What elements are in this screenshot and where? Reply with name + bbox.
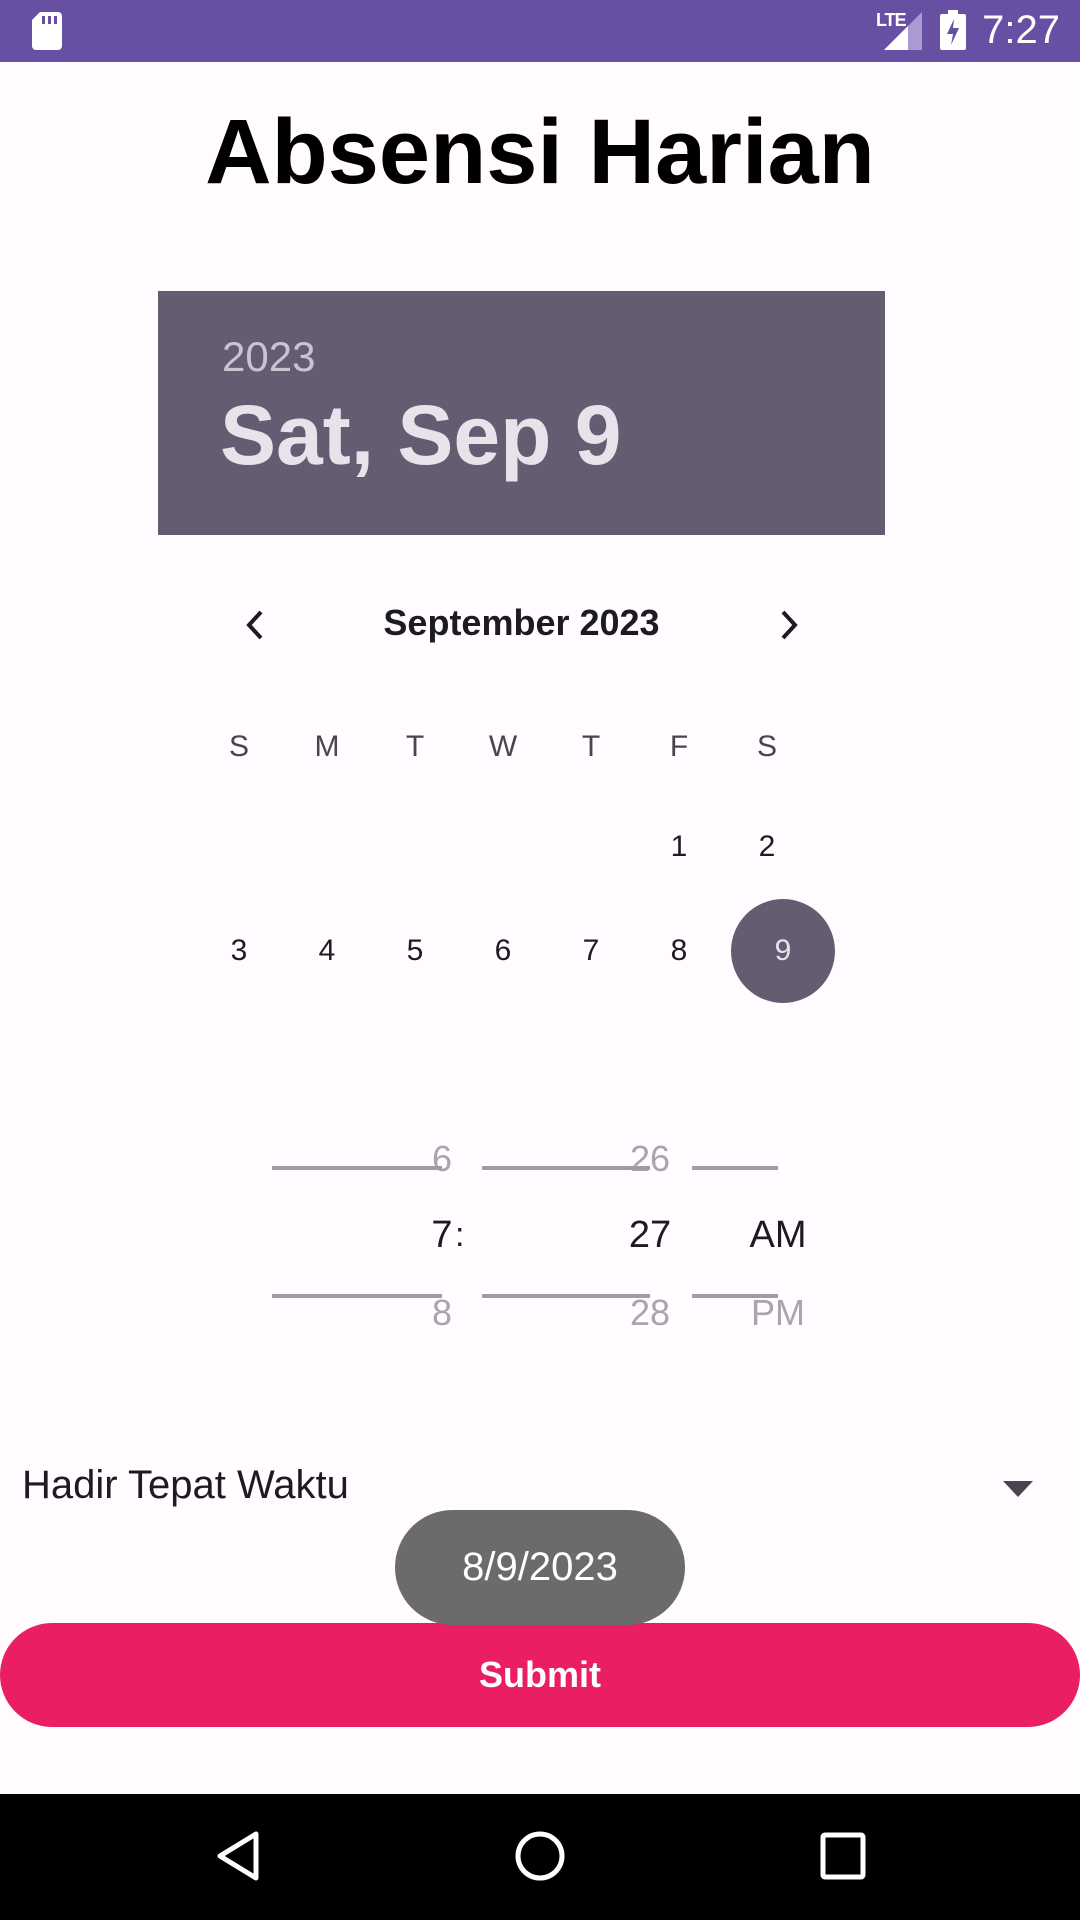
selected-day-cell[interactable]: 9 [731,899,835,1003]
hour-spinner[interactable]: 6 7 8 [272,1120,453,1340]
signal-icon [884,12,922,50]
dropdown-arrow-icon [1003,1481,1033,1497]
calendar-grid: S M T W T F S 1 2 3 4 5 6 7 8 9 [211,710,871,1010]
back-icon[interactable] [214,1830,262,1882]
weekday-label: T [581,730,601,763]
day-cell[interactable]: 7 [547,934,635,968]
divider [482,1166,650,1170]
weekday-label: T [405,730,425,763]
period-next[interactable]: PM [735,1292,821,1334]
toast-message: 8/9/2023 [395,1510,685,1625]
sd-card-icon [32,12,62,50]
battery-charging-icon [940,10,966,50]
next-month-button[interactable] [754,590,824,660]
clock: 7:27 [982,8,1060,52]
submit-button[interactable]: Submit [0,1623,1080,1727]
day-cell[interactable]: 3 [195,934,283,968]
navigation-bar [0,1794,1080,1920]
day-cell[interactable]: 2 [723,830,811,864]
home-icon[interactable] [514,1830,566,1882]
ampm-spinner[interactable]: AM PM [692,1120,807,1340]
dropdown-selected-value: Hadir Tepat Waktu [22,1463,349,1507]
day-cell[interactable]: 4 [283,934,371,968]
day-cell[interactable]: 5 [371,934,459,968]
weekday-label: F [669,730,689,763]
weekday-label: S [756,730,777,763]
day-cell[interactable]: 8 [635,934,723,968]
day-cell[interactable]: 6 [459,934,547,968]
recents-icon[interactable] [820,1830,866,1882]
year-label[interactable]: 2023 [222,333,315,381]
weekday-row: S M T W T F S [211,710,871,810]
chevron-right-icon [781,610,798,640]
week-row: 1 2 [211,810,871,910]
minute-spinner[interactable]: 26 27 28 [482,1120,671,1340]
month-navigation: September 2023 [158,590,885,660]
period-current[interactable]: AM [735,1214,821,1257]
weekday-label: S [228,730,249,763]
divider [692,1166,778,1170]
page-title: Absensi Harian [205,101,875,203]
day-cell[interactable]: 1 [635,830,723,864]
week-row: 3 4 5 6 7 8 9 [211,899,871,1010]
status-bar: LTE 7:27 [0,0,1080,62]
weekday-label: M [314,730,340,763]
selected-date-label: Sat, Sep 9 [220,388,622,482]
date-picker-header: 2023 Sat, Sep 9 [158,291,885,535]
weekday-label: W [488,730,518,763]
time-picker: 6 7 8 : 26 27 28 AM PM [0,1120,1080,1340]
divider [272,1166,442,1170]
time-separator: : [455,1216,465,1254]
